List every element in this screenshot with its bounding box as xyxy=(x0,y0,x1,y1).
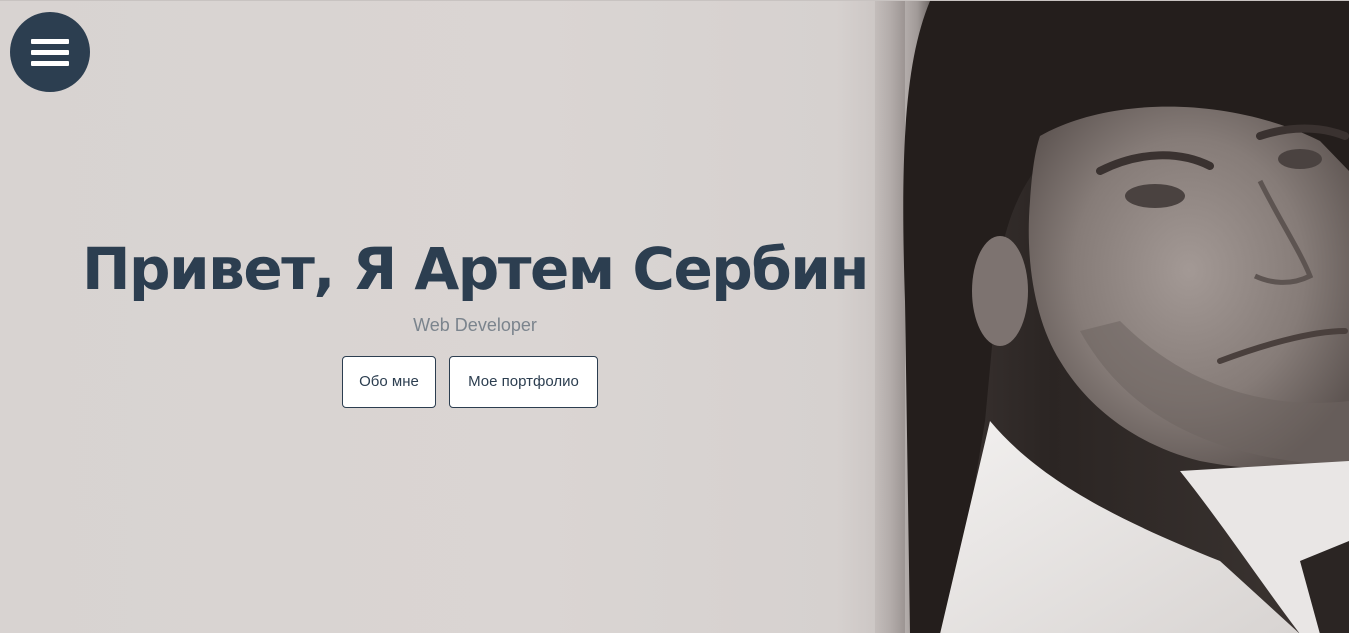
portfolio-button[interactable]: Мое портфолио xyxy=(449,356,598,408)
hero-subtitle: Web Developer xyxy=(413,315,537,335)
hero-section: Привет, Я Артем Сербин Web Developer Обо… xyxy=(0,0,1349,633)
hero-title: Привет, Я Артем Сербин xyxy=(81,235,870,303)
about-me-button[interactable]: Обо мне xyxy=(342,356,436,408)
menu-button[interactable] xyxy=(10,12,90,92)
